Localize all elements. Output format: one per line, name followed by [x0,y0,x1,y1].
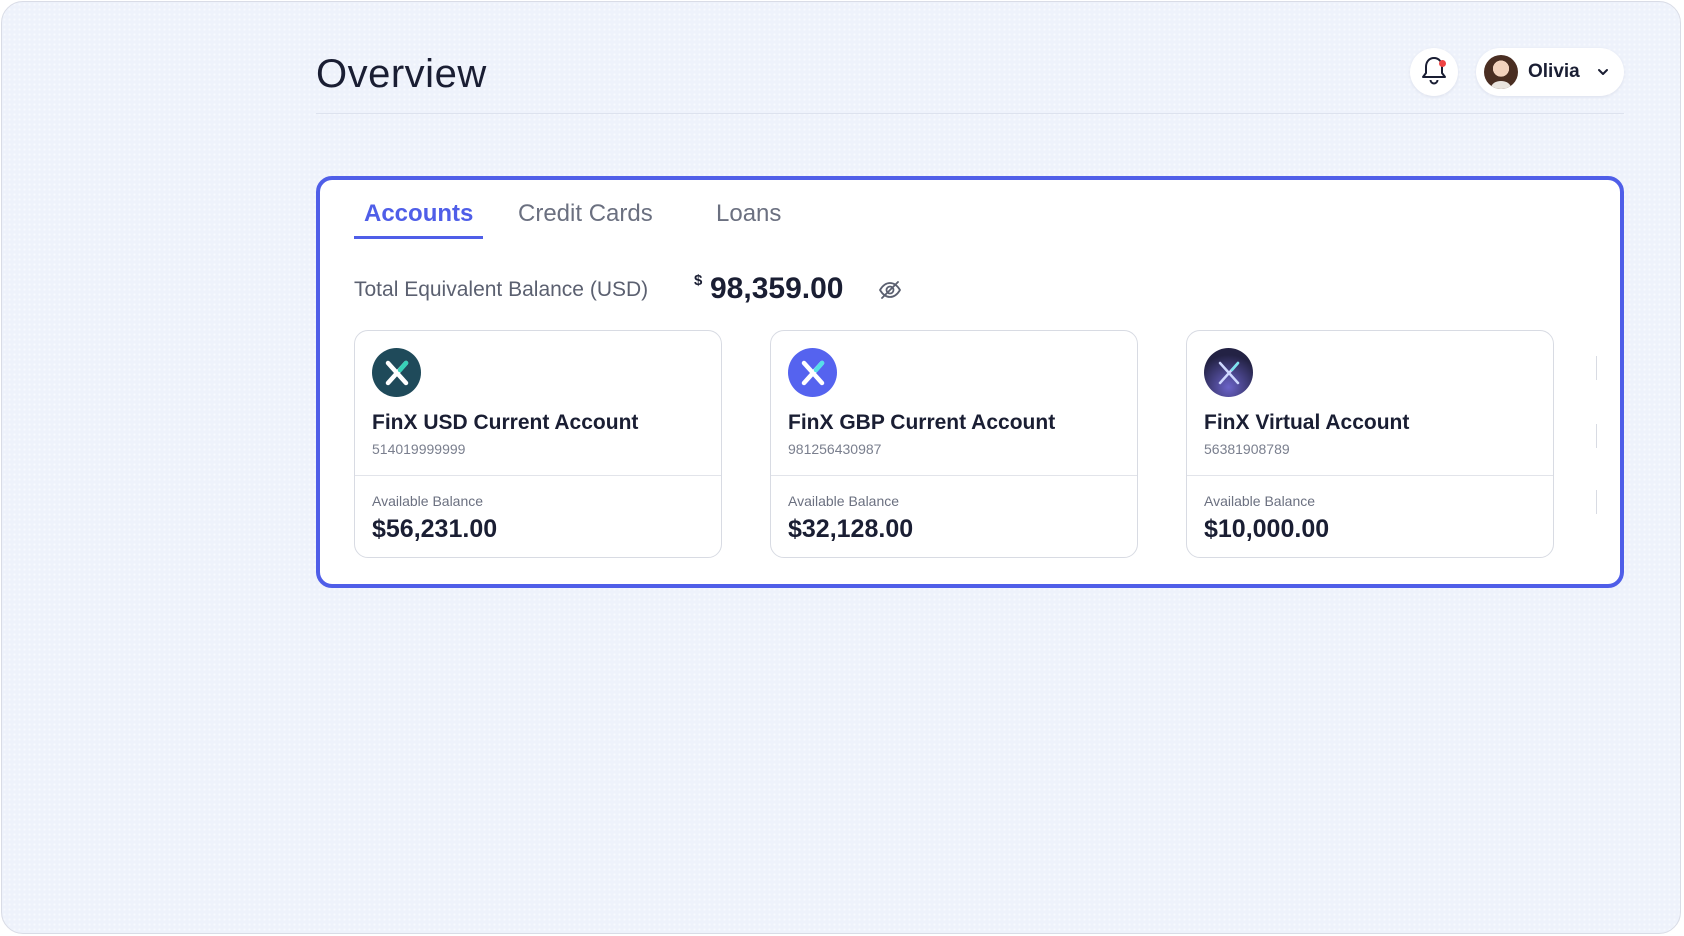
next-card-edge [1596,356,1602,524]
eye-off-icon [876,281,904,308]
notification-dot [1439,60,1446,67]
page-header: Overview Olivia [316,38,1624,114]
account-card-header: FinX Virtual Account 56381908789 [1187,331,1553,476]
tab-loans[interactable]: Loans [716,200,781,236]
available-balance-value: $10,000.00 [1204,515,1330,543]
chevron-down-icon [1596,65,1610,84]
tab-credit-cards[interactable]: Credit Cards [518,200,653,236]
app-frame: Overview Olivia Accounts Credit Cards Lo… [1,1,1681,934]
user-menu-button[interactable]: Olivia [1476,48,1624,96]
avatar [1484,55,1518,89]
available-balance-value: $56,231.00 [372,515,498,543]
account-number: 981256430987 [788,441,882,457]
finx-logo-icon [372,348,421,397]
available-balance-label: Available Balance [372,493,484,509]
account-name: FinX USD Current Account [372,411,639,434]
account-name: FinX GBP Current Account [788,411,1056,434]
available-balance-label: Available Balance [1204,493,1316,509]
account-card[interactable]: FinX USD Current Account 514019999999 Av… [354,330,722,558]
page-title: Overview [316,52,487,96]
account-card[interactable]: FinX Virtual Account 56381908789 Availab… [1186,330,1554,558]
accounts-panel: Accounts Credit Cards Loans Total Equiva… [316,176,1624,588]
total-balance-value: 98,359.00 [710,272,844,305]
total-balance-currency: $ [694,272,703,289]
toggle-balance-visibility-button[interactable] [876,276,904,304]
finx-logo-icon [1204,348,1253,397]
available-balance-value: $32,128.00 [788,515,914,543]
account-name: FinX Virtual Account [1204,411,1410,434]
available-balance-label: Available Balance [788,493,900,509]
tab-accounts[interactable]: Accounts [354,200,484,239]
account-card-header: FinX GBP Current Account 981256430987 [771,331,1137,476]
user-name: Olivia [1528,61,1580,82]
notifications-button[interactable] [1410,48,1458,96]
account-number: 56381908789 [1204,441,1290,457]
account-number: 514019999999 [372,441,466,457]
finx-logo-icon [788,348,837,397]
total-balance-label: Total Equivalent Balance (USD) [354,278,649,301]
account-card-header: FinX USD Current Account 514019999999 [355,331,721,476]
account-card[interactable]: FinX GBP Current Account 981256430987 Av… [770,330,1138,558]
